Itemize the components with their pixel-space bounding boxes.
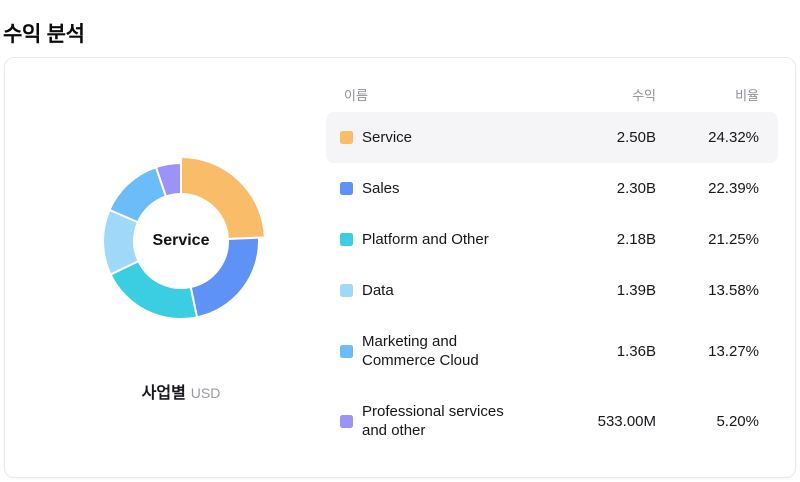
column-header-name: 이름 bbox=[344, 87, 368, 103]
series-color-swatch bbox=[340, 131, 353, 144]
table-row[interactable]: Data 1.39B 13.58% bbox=[326, 265, 778, 316]
table-row[interactable]: Sales 2.30B 22.39% bbox=[326, 163, 778, 214]
series-color-swatch bbox=[340, 182, 353, 195]
series-revenue: 1.39B bbox=[616, 282, 656, 299]
series-revenue: 1.36B bbox=[616, 342, 656, 360]
table-body: Service 2.50B 24.32% Sales 2.30B 22.39% … bbox=[326, 112, 778, 456]
table-row[interactable]: Platform and Other 2.18B 21.25% bbox=[326, 214, 778, 265]
series-ratio: 13.27% bbox=[708, 342, 759, 360]
series-revenue: 533.00M bbox=[597, 412, 656, 430]
chart-footer-unit: USD bbox=[190, 385, 221, 401]
series-ratio: 13.58% bbox=[708, 282, 759, 299]
series-ratio: 22.39% bbox=[708, 180, 759, 197]
table-row[interactable]: Service 2.50B 24.32% bbox=[326, 112, 778, 163]
page-title: 수익 분석 bbox=[3, 23, 85, 47]
donut-chart-svg[interactable] bbox=[81, 141, 281, 341]
chart-footer-label: 사업별 bbox=[141, 385, 186, 402]
donut-chart-panel: Service 사업별 USD bbox=[5, 58, 357, 477]
series-color-swatch bbox=[340, 414, 353, 428]
series-color-swatch bbox=[340, 284, 353, 297]
donut-segment-service[interactable] bbox=[180, 156, 266, 240]
series-revenue: 2.30B bbox=[616, 180, 656, 197]
series-name: Platform and Other bbox=[362, 231, 489, 248]
series-color-swatch bbox=[340, 344, 353, 358]
column-header-revenue: 수익 bbox=[632, 87, 656, 103]
donut-segment-platform-and-other[interactable] bbox=[109, 260, 199, 320]
series-name: Service bbox=[362, 129, 413, 146]
table-row[interactable]: Professional services and other 533.00M … bbox=[326, 386, 778, 456]
table-row[interactable]: Marketing and Commerce Cloud 1.36B 13.27… bbox=[326, 316, 778, 386]
chart-footer: 사업별 USD bbox=[5, 379, 357, 403]
revenue-analysis-card: Service 사업별 USD 이름 수익 비율 Service 2.50B 24… bbox=[4, 57, 796, 478]
breakdown-table: 이름 수익 비율 Service 2.50B 24.32% Sales 2.30… bbox=[326, 58, 778, 456]
series-name: Marketing and Commerce Cloud bbox=[362, 333, 479, 369]
donut-segment-marketing-and-commerce-cloud[interactable] bbox=[108, 166, 167, 224]
series-name: Professional services and other bbox=[362, 403, 504, 439]
table-header-row: 이름 수익 비율 bbox=[326, 84, 778, 104]
series-name: Sales bbox=[362, 180, 400, 197]
series-revenue: 2.50B bbox=[616, 129, 656, 146]
series-color-swatch bbox=[340, 233, 353, 246]
column-header-ratio: 비율 bbox=[735, 87, 759, 103]
series-name: Data bbox=[362, 282, 394, 299]
series-revenue: 2.18B bbox=[616, 231, 656, 248]
series-ratio: 21.25% bbox=[708, 231, 759, 248]
donut-segment-sales[interactable] bbox=[189, 236, 260, 319]
series-ratio: 24.32% bbox=[708, 129, 759, 146]
series-ratio: 5.20% bbox=[716, 412, 759, 430]
donut-chart[interactable]: Service bbox=[81, 141, 281, 341]
